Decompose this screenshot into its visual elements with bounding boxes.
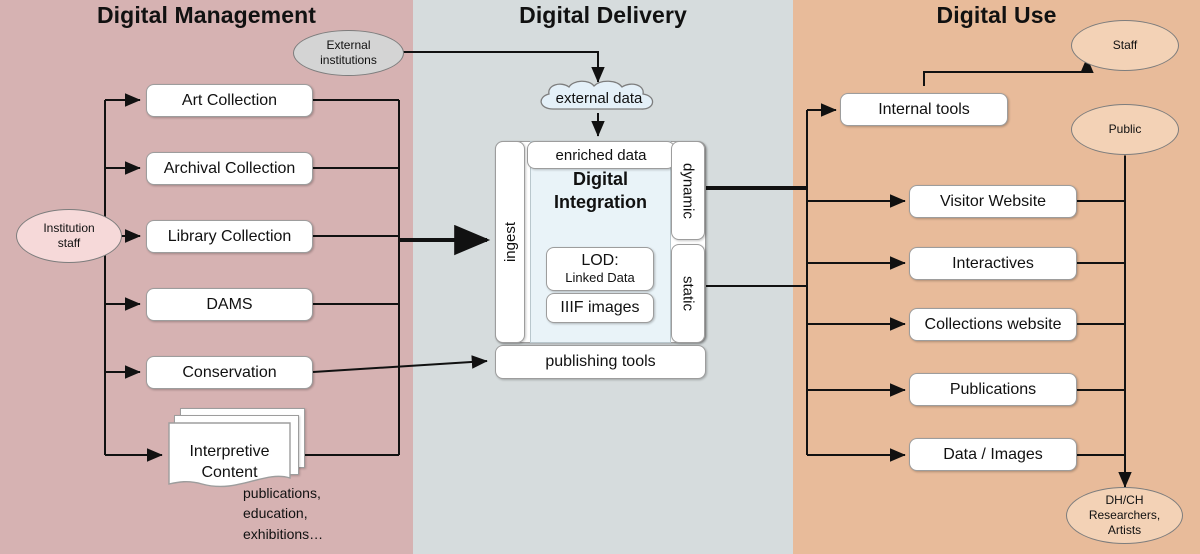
node-static[interactable]: static	[671, 244, 705, 343]
audience-staff[interactable]: Staff	[1071, 20, 1179, 71]
node-internal-tools[interactable]: Internal tools	[840, 93, 1008, 126]
node-data-images-label: Data / Images	[943, 445, 1043, 463]
node-enriched-data-label: enriched data	[555, 146, 647, 164]
node-art-collection[interactable]: Art Collection	[146, 84, 313, 117]
node-interpretive-content[interactable]: Interpretive Content	[168, 408, 305, 488]
node-archival-collection[interactable]: Archival Collection	[146, 152, 313, 185]
node-iiif-images[interactable]: IIIF images	[546, 293, 654, 323]
note-interpretive-examples: publications, education, exhibitions…	[243, 483, 393, 544]
node-publishing-tools-label: publishing tools	[545, 353, 656, 370]
document-sheet-front: Interpretive Content	[168, 422, 291, 490]
node-collections-website-label: Collections website	[924, 315, 1062, 333]
node-publications-label: Publications	[949, 380, 1037, 398]
node-dams[interactable]: DAMS	[146, 288, 313, 321]
actor-external-institutions[interactable]: External institutions	[293, 30, 404, 76]
node-ingest[interactable]: ingest	[495, 141, 525, 343]
actor-institution-staff-label: Institution staff	[43, 221, 95, 250]
node-visitor-website[interactable]: Visitor Website	[909, 185, 1077, 218]
node-publishing-tools[interactable]: publishing tools	[495, 345, 706, 379]
node-interactives-label: Interactives	[952, 254, 1034, 272]
node-art-collection-label: Art Collection	[181, 91, 278, 109]
node-interactives[interactable]: Interactives	[909, 247, 1077, 280]
node-library-collection-label: Library Collection	[167, 227, 292, 245]
audience-public[interactable]: Public	[1071, 104, 1179, 155]
node-archival-collection-label: Archival Collection	[163, 159, 296, 177]
note-line-2: education,	[243, 505, 308, 522]
audience-researchers-label: DH/CH Researchers, Artists	[1088, 493, 1161, 537]
node-digital-integration-label: Digital Integration	[554, 169, 647, 212]
diagram-canvas: Digital Management Digital Delivery Digi…	[0, 0, 1200, 554]
node-ingest-label: ingest	[501, 221, 519, 263]
node-interpretive-content-label: Interpretive Content	[189, 443, 270, 481]
node-conservation-label: Conservation	[182, 363, 277, 381]
panel-title-digital-delivery: Digital Delivery	[519, 2, 687, 28]
node-lod-subtitle: Linked Data	[565, 269, 635, 285]
node-visitor-website-label: Visitor Website	[939, 192, 1047, 210]
panel-title-digital-management: Digital Management	[96, 2, 317, 28]
node-data-images[interactable]: Data / Images	[909, 438, 1077, 471]
note-line-3: exhibitions…	[243, 525, 324, 542]
node-static-label: static	[679, 275, 697, 311]
node-external-data-cloud-label: external data	[555, 89, 643, 107]
node-external-data-cloud[interactable]: external data	[531, 79, 667, 117]
audience-staff-label: Staff	[1112, 38, 1138, 52]
node-internal-tools-label: Internal tools	[878, 100, 970, 118]
audience-researchers[interactable]: DH/CH Researchers, Artists	[1066, 487, 1183, 544]
node-dynamic-label: dynamic	[679, 162, 697, 219]
node-collections-website[interactable]: Collections website	[909, 308, 1077, 341]
node-dynamic[interactable]: dynamic	[671, 141, 705, 240]
actor-external-institutions-label: External institutions	[320, 38, 377, 67]
node-publications[interactable]: Publications	[909, 373, 1077, 406]
node-iiif-images-label: IIIF images	[560, 299, 640, 316]
node-library-collection[interactable]: Library Collection	[146, 220, 313, 253]
node-lod-linked-data[interactable]: LOD: Linked Data	[546, 247, 654, 291]
note-line-1: publications,	[243, 485, 321, 501]
node-dams-label: DAMS	[206, 295, 253, 313]
audience-public-label: Public	[1108, 122, 1142, 136]
node-lod-title: LOD:	[581, 252, 619, 270]
node-conservation[interactable]: Conservation	[146, 356, 313, 389]
node-enriched-data[interactable]: enriched data	[527, 141, 675, 169]
actor-institution-staff[interactable]: Institution staff	[16, 209, 122, 263]
